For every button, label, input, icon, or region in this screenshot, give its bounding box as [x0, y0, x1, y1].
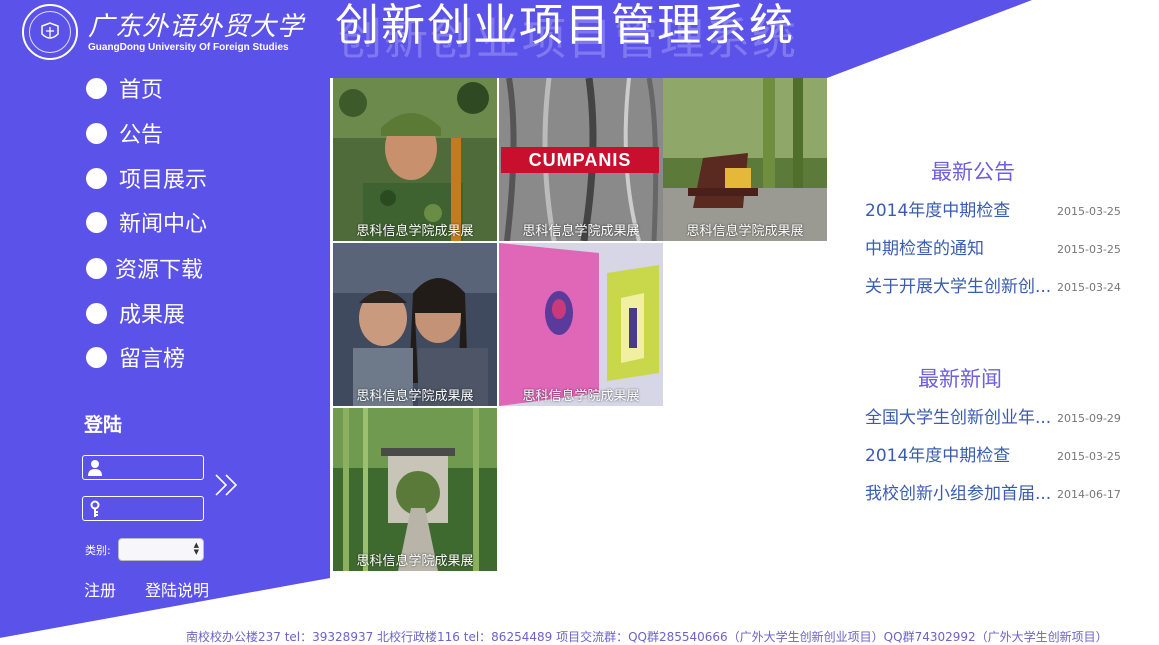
register-link[interactable]: 注册 — [84, 577, 116, 601]
news-item-title: 2014年度中期检查 — [865, 446, 1011, 466]
news-item[interactable]: 2014年度中期检查 2015-03-25 — [865, 444, 1121, 468]
nav-item-label: 首页 — [119, 78, 164, 103]
gallery-tile[interactable]: 思科信息学院成果展 — [663, 78, 827, 241]
news-item-title: 全国大学生创新创业年... — [865, 408, 1052, 428]
announcement-item[interactable]: 关于开展大学生创新创... 2015-03-24 — [865, 275, 1121, 299]
news-item[interactable]: 全国大学生创新创业年... 2015-09-29 — [865, 406, 1121, 430]
gallery-caption: 思科信息学院成果展 — [356, 389, 474, 404]
announcement-title: 2014年度中期检查 — [865, 201, 1011, 221]
nav-item-guestbook[interactable]: 留言榜 — [86, 339, 286, 375]
gallery-tile[interactable]: 思科信息学院成果展 — [499, 243, 663, 406]
announcement-title: 中期检查的通知 — [865, 239, 984, 259]
page-title: 创新创业项目管理系统 — [335, 0, 795, 51]
gallery-tile[interactable]: CUMPANIS 思科信息学院成果展 — [499, 78, 663, 241]
soldier-photo-icon — [333, 78, 497, 241]
category-select[interactable]: ▲ ▼ — [118, 538, 204, 561]
nav-item-label: 项目展示 — [119, 168, 208, 193]
bullet-icon — [86, 346, 107, 368]
news-item[interactable]: 我校创新小组参加首届... 2014-06-17 — [865, 482, 1121, 506]
announcement-item[interactable]: 中期检查的通知 2015-03-25 — [865, 237, 1121, 261]
login-title: 登陆 — [84, 414, 123, 436]
nav-item-home[interactable]: 首页 — [86, 70, 286, 106]
nav-item-projects[interactable]: 项目展示 — [86, 160, 286, 196]
university-name-en: GuangDong University Of Foreign Studies — [88, 42, 289, 53]
art-exhibit-photo-icon — [499, 243, 663, 406]
announcement-date: 2015-03-24 — [1057, 281, 1121, 294]
news-item-date: 2014-06-17 — [1057, 488, 1121, 501]
user-icon — [88, 460, 102, 476]
bamboo-path-photo-icon — [333, 408, 497, 571]
login-submit-icon[interactable] — [212, 472, 244, 498]
university-seal-icon — [22, 4, 78, 60]
bullet-icon — [86, 302, 107, 324]
gallery-caption: 思科信息学院成果展 — [522, 389, 640, 404]
username-input[interactable] — [107, 457, 199, 477]
nav-item-label: 资源下载 — [115, 258, 204, 283]
brand-sign: CUMPANIS — [528, 150, 632, 170]
bullet-icon — [86, 211, 107, 233]
gallery-tile[interactable]: 思科信息学院成果展 — [333, 243, 497, 406]
news-item-date: 2015-03-25 — [1057, 450, 1121, 463]
gallery-grid: 思科信息学院成果展 CUMPANIS 思科信息学院成果展 思科信息学院成果展 思… — [333, 78, 827, 571]
key-icon — [90, 500, 100, 517]
announcement-title: 关于开展大学生创新创... — [865, 277, 1052, 297]
bullet-icon — [86, 77, 107, 99]
gallery-caption: 思科信息学院成果展 — [356, 224, 474, 239]
category-label: 类别: — [85, 544, 111, 557]
news-item-title: 我校创新小组参加首届... — [865, 484, 1052, 504]
nav-item-announcements[interactable]: 公告 — [86, 115, 286, 151]
password-input[interactable] — [107, 498, 199, 518]
nav-item-label: 留言榜 — [119, 347, 186, 372]
gallery-tile[interactable]: 思科信息学院成果展 — [333, 408, 497, 571]
nav-item-label: 新闻中心 — [119, 212, 208, 237]
announcement-item[interactable]: 2014年度中期检查 2015-03-25 — [865, 199, 1121, 223]
footer-contact-info: 南校校办公楼237 tel：39328937 北校行政楼116 tel：8625… — [186, 630, 1108, 644]
nav-item-achievements[interactable]: 成果展 — [86, 295, 286, 331]
university-name-cn: 广东外语外贸大学 — [88, 12, 305, 42]
gallery-caption: 思科信息学院成果展 — [522, 224, 640, 239]
nav-item-downloads[interactable]: 资源下载 — [86, 250, 286, 286]
audience-photo-icon — [333, 243, 497, 406]
garden-chair-photo-icon — [663, 78, 827, 241]
login-help-link[interactable]: 登陆说明 — [145, 577, 209, 601]
bullet-icon — [86, 122, 107, 144]
announcement-date: 2015-03-25 — [1057, 243, 1121, 256]
announcement-date: 2015-03-25 — [1057, 205, 1121, 218]
nav-item-label: 公告 — [119, 123, 164, 148]
gallery-caption: 思科信息学院成果展 — [686, 224, 804, 239]
password-field[interactable] — [82, 496, 204, 521]
bullet-icon — [86, 257, 107, 279]
university-logo[interactable]: 广东外语外贸大学 GuangDong University Of Foreign… — [22, 4, 303, 60]
news-title: 最新新闻 — [918, 367, 1002, 391]
stepper-arrows-icon: ▲ ▼ — [193, 541, 199, 556]
nav-item-news[interactable]: 新闻中心 — [86, 204, 286, 240]
bullet-icon — [86, 167, 107, 189]
gallery-tile[interactable]: 思科信息学院成果展 — [333, 78, 497, 241]
gallery-caption: 思科信息学院成果展 — [356, 554, 474, 569]
username-field[interactable] — [82, 455, 204, 480]
nav-item-label: 成果展 — [119, 303, 186, 328]
news-item-date: 2015-09-29 — [1057, 412, 1121, 425]
announcements-title: 最新公告 — [931, 160, 1015, 184]
